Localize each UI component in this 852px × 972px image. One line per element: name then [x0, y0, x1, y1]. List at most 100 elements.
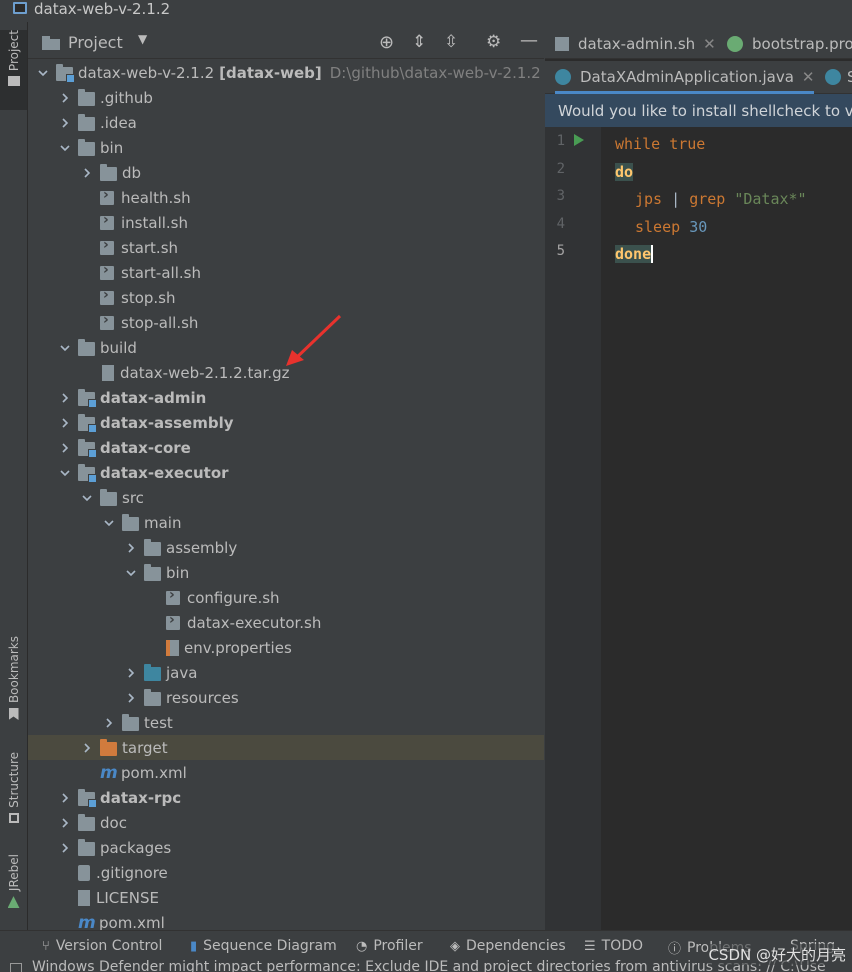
module-folder-icon — [78, 439, 97, 458]
status-label: Sequence Diagram — [203, 938, 337, 954]
tree-item[interactable]: datax-assembly — [28, 410, 544, 435]
gear-icon[interactable]: ⚙ — [486, 32, 501, 52]
sequence-diagram-button[interactable]: ▮ Sequence Diagram — [190, 938, 337, 954]
tree-item[interactable]: configure.sh — [28, 585, 544, 610]
minimize-icon[interactable]: — — [520, 30, 538, 51]
code-token: do — [615, 162, 634, 181]
chevron-right-icon[interactable] — [58, 391, 72, 405]
tree-item[interactable]: env.properties — [28, 635, 544, 660]
tool-tab-bookmarks[interactable]: Bookmarks — [0, 636, 27, 726]
chevron-right-icon[interactable] — [124, 691, 138, 705]
tree-item[interactable]: test — [28, 710, 544, 735]
panel-title[interactable]: Project — [68, 33, 123, 52]
tree-item-label: db — [122, 163, 142, 182]
tree-item[interactable]: datax-executor.sh — [28, 610, 544, 635]
tree-item[interactable]: m pom.xml — [28, 760, 544, 785]
chevron-right-icon[interactable] — [58, 91, 72, 105]
chevron-right-icon[interactable] — [58, 116, 72, 130]
tree-item[interactable]: .gitignore — [28, 860, 544, 885]
tree-item[interactable]: health.sh — [28, 185, 544, 210]
chevron-down-icon[interactable] — [36, 66, 50, 80]
tree-item[interactable]: datax-rpc — [28, 785, 544, 810]
chevron-right-icon[interactable] — [80, 741, 94, 755]
chevron-right-icon[interactable] — [124, 541, 138, 555]
chevron-down-icon[interactable] — [80, 491, 94, 505]
tab-bootstrap[interactable]: bootstrap.pro — [727, 30, 852, 58]
tree-item[interactable]: assembly — [28, 535, 544, 560]
tab-label: S — [847, 68, 852, 86]
chevron-right-icon[interactable] — [58, 416, 72, 430]
tree-item[interactable]: bin — [28, 135, 544, 160]
tree-item[interactable]: .idea — [28, 110, 544, 135]
tree-item-label: test — [144, 713, 173, 732]
chevron-right-icon[interactable] — [58, 841, 72, 855]
tree-item[interactable]: datax-admin — [28, 385, 544, 410]
todo-button[interactable]: ☰ TODO — [584, 938, 643, 954]
tree-item[interactable]: bin — [28, 560, 544, 585]
expand-all-icon[interactable]: ⇕ — [412, 32, 426, 52]
tree-item[interactable]: src — [28, 485, 544, 510]
tab-datax-admin-sh[interactable]: datax-admin.sh ✕ — [555, 30, 716, 58]
chevron-right-icon[interactable] — [80, 166, 94, 180]
close-icon[interactable]: ✕ — [802, 68, 815, 86]
tree-item-label: resources — [166, 688, 239, 707]
run-icon[interactable] — [574, 134, 584, 146]
tree-item[interactable]: LICENSE — [28, 885, 544, 910]
dependencies-button[interactable]: ◈ Dependencies — [450, 938, 566, 954]
tree-item[interactable]: db — [28, 160, 544, 185]
profiler-icon: ◔ — [356, 938, 368, 954]
tree-item[interactable]: datax-executor — [28, 460, 544, 485]
tree-item[interactable]: java — [28, 660, 544, 685]
tab-dataxadminapplication[interactable]: DataXAdminApplication.java ✕ — [555, 63, 815, 94]
tree-item[interactable]: install.sh — [28, 210, 544, 235]
close-icon[interactable]: ✕ — [703, 35, 716, 53]
tool-tab-project[interactable]: Project — [0, 30, 27, 110]
tree-item[interactable]: main — [28, 510, 544, 535]
line-number: 3 — [556, 188, 565, 204]
chevron-down-icon[interactable] — [102, 516, 116, 530]
profiler-button[interactable]: ◔ Profiler — [356, 938, 423, 954]
shellcheck-banner[interactable]: Would you like to install shellcheck to … — [545, 94, 852, 127]
code-token: jps — [635, 189, 663, 208]
java-class-icon — [555, 69, 571, 85]
code-token: true — [669, 134, 706, 153]
chevron-right-icon[interactable] — [58, 791, 72, 805]
version-control-button[interactable]: ⑂ Version Control — [42, 938, 162, 954]
chevron-down-icon[interactable] — [58, 466, 72, 480]
shell-file-icon — [100, 287, 114, 305]
chevron-down-icon[interactable] — [58, 341, 72, 355]
tool-tab-structure[interactable]: Structure — [0, 752, 27, 836]
tree-item[interactable]: packages — [28, 835, 544, 860]
tree-item[interactable]: start-all.sh — [28, 260, 544, 285]
source-folder-icon — [144, 664, 161, 681]
tree-item-label: datax-executor — [100, 463, 229, 482]
chevron-right-icon[interactable] — [58, 816, 72, 830]
collapse-all-icon[interactable]: ⇳ — [444, 32, 458, 52]
tree-item-label: target — [122, 738, 168, 757]
chevron-down-icon[interactable] — [124, 566, 138, 580]
tab-label: DataXAdminApplication.java — [580, 68, 794, 86]
properties-file-icon — [166, 639, 179, 656]
tree-item[interactable]: resources — [28, 685, 544, 710]
chevron-down-icon[interactable] — [58, 141, 72, 155]
maven-icon: m — [100, 762, 118, 783]
tree-item[interactable]: datax-web-v-2.1.2 [datax-web] D:\github\da… — [28, 60, 544, 85]
tree-item-label: configure.sh — [187, 588, 280, 607]
chevron-right-icon[interactable] — [58, 441, 72, 455]
tree-item[interactable]: doc — [28, 810, 544, 835]
chevron-right-icon[interactable] — [102, 716, 116, 730]
tree-item[interactable]: target — [28, 735, 544, 760]
tree-item-label: start-all.sh — [121, 263, 201, 282]
tab-s[interactable]: S — [825, 63, 852, 91]
locate-icon[interactable]: ⊕ — [379, 32, 394, 53]
tool-tab-jrebel[interactable]: JRebel — [0, 854, 27, 924]
tree-item[interactable]: .github — [28, 85, 544, 110]
tree-item[interactable]: start.sh — [28, 235, 544, 260]
tree-item[interactable]: datax-core — [28, 435, 544, 460]
code-token: "Datax*" — [734, 189, 807, 208]
chevron-right-icon[interactable] — [124, 666, 138, 680]
tree-item[interactable]: stop.sh — [28, 285, 544, 310]
chevron-down-icon[interactable]: ▼ — [138, 32, 147, 46]
